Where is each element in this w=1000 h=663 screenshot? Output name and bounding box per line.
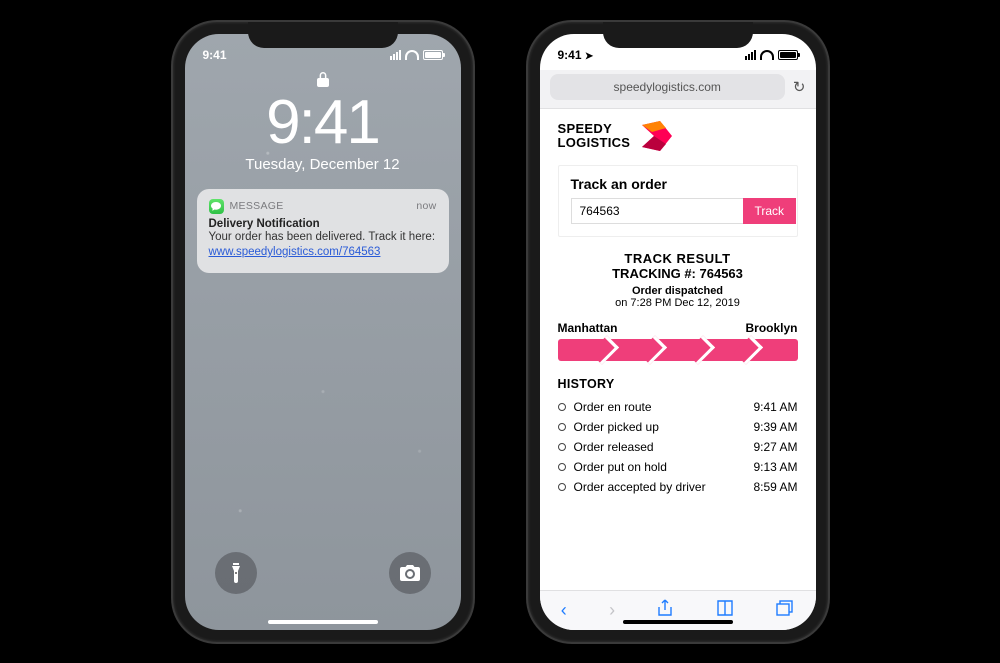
battery-icon [778,50,798,60]
dispatch-info: Order dispatched on 7:28 PM Dec 12, 2019 [558,285,798,309]
history-row: Order en route9:41 AM [558,397,798,417]
url-text: speedylogistics.com [614,80,721,94]
safari-toolbar: ‹ › [540,590,816,630]
route-progress [558,339,798,361]
history-bullet-icon [558,463,566,471]
notification-time: now [416,200,436,212]
history-label: Order accepted by driver [574,480,754,494]
result-title: TRACK RESULT [558,251,798,266]
brand-header: SPEEDY LOGISTICS [558,121,798,151]
brand-line1: SPEEDY [558,122,631,136]
home-indicator[interactable] [268,620,378,624]
history-row: Order picked up9:39 AM [558,417,798,437]
brand-arrow-icon [640,121,674,151]
history-row: Order put on hold9:13 AM [558,457,798,477]
messages-app-icon [209,199,224,214]
address-bar: speedylogistics.com ↻ [540,70,816,109]
url-field[interactable]: speedylogistics.com [550,74,785,100]
cellular-bars-icon [390,50,401,60]
flashlight-button[interactable] [215,552,257,594]
camera-button[interactable] [389,552,431,594]
phone-browser: 9:41 ➤ speedylogistics.com ↻ SP [528,22,828,642]
home-indicator[interactable] [623,620,733,624]
brand-line2: LOGISTICS [558,136,631,150]
dispatch-label: Order dispatched [632,285,723,297]
notification-body: Your order has been delivered. Track it … [209,230,437,261]
history-row: Order accepted by driver8:59 AM [558,477,798,497]
history-bullet-icon [558,483,566,491]
share-button[interactable] [657,599,673,622]
history-heading: HISTORY [558,377,798,391]
history-label: Order put on hold [574,460,754,474]
notification-body-text: Your order has been delivered. Track it … [209,231,436,243]
history-bullet-icon [558,423,566,431]
status-indicators [745,50,798,60]
forward-button[interactable]: › [609,600,615,621]
history-label: Order picked up [574,420,754,434]
status-time: 9:41 [203,48,227,62]
status-indicators [390,50,443,60]
result-header: TRACK RESULT TRACKING #: 764563 [558,251,798,281]
history-label: Order released [574,440,754,454]
battery-icon [423,50,443,60]
wifi-icon [405,50,419,60]
track-order-box: Track an order Track [558,165,798,237]
track-heading: Track an order [571,176,785,192]
cellular-bars-icon [745,50,756,60]
notch [248,22,398,48]
history-time: 9:13 AM [753,460,797,474]
bookmarks-button[interactable] [716,600,734,621]
dispatch-time: on 7:28 PM Dec 12, 2019 [615,297,740,309]
wifi-icon [760,50,774,60]
history-time: 9:39 AM [753,420,797,434]
route-to: Brooklyn [745,321,797,335]
history-time: 9:41 AM [753,400,797,414]
track-button[interactable]: Track [743,198,797,224]
status-time: 9:41 [558,48,582,62]
route-from: Manhattan [558,321,618,335]
phone-lockscreen: 9:41 9:41 Tuesday, December 12 MESSAGE [173,22,473,642]
tracking-number-input[interactable] [571,198,743,224]
tabs-button[interactable] [776,600,794,621]
history-time: 8:59 AM [753,480,797,494]
notification-title: Delivery Notification [209,218,437,230]
lock-date: Tuesday, December 12 [185,156,461,173]
notch [603,22,753,48]
history-time: 9:27 AM [753,440,797,454]
notification-link[interactable]: www.speedylogistics.com/764563 [209,246,381,258]
history-bullet-icon [558,403,566,411]
lock-time: 9:41 [185,92,461,154]
page-content: SPEEDY LOGISTICS Track an order [540,109,816,590]
notification-app: MESSAGE [230,200,284,212]
history-bullet-icon [558,443,566,451]
notification-card[interactable]: MESSAGE now Delivery Notification Your o… [197,189,449,273]
route-labels: Manhattan Brooklyn [558,321,798,335]
history-label: Order en route [574,400,754,414]
tracking-number: TRACKING #: 764563 [558,266,798,281]
ios-lockscreen: 9:41 9:41 Tuesday, December 12 MESSAGE [185,34,461,630]
history-section: HISTORY Order en route9:41 AMOrder picke… [558,377,798,497]
back-button[interactable]: ‹ [561,600,567,621]
safari-browser: 9:41 ➤ speedylogistics.com ↻ SP [540,34,816,630]
location-arrow-icon: ➤ [585,51,593,62]
reload-icon[interactable]: ↻ [793,78,806,96]
lock-icon [185,72,461,90]
history-row: Order released9:27 AM [558,437,798,457]
